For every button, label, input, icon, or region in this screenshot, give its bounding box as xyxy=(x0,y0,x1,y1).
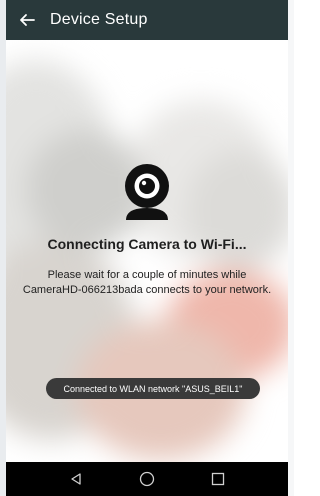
webcam-icon xyxy=(125,164,169,220)
connecting-description: Please wait for a couple of minutes whil… xyxy=(6,268,288,298)
system-nav-bar xyxy=(6,462,288,496)
description-line-1: Please wait for a couple of minutes whil… xyxy=(47,269,247,281)
connecting-heading: Connecting Camera to Wi-Fi... xyxy=(47,236,247,252)
device-setup-screen: Device Setup Connecting Camera to Wi-Fi.… xyxy=(0,0,294,496)
nav-recents-button[interactable] xyxy=(204,465,232,493)
nav-back-icon xyxy=(71,473,81,485)
description-line-2: CameraHD-066213bada connects to your net… xyxy=(22,284,272,296)
right-edge xyxy=(288,0,294,496)
setup-content: Connecting Camera to Wi-Fi... Please wai… xyxy=(6,40,288,462)
nav-recents-icon xyxy=(212,472,225,486)
status-toast: Connected to WLAN network "ASUS_BEIL1" xyxy=(46,378,260,399)
page-title: Device Setup xyxy=(50,11,148,28)
nav-back-button[interactable] xyxy=(62,465,90,493)
nav-home-button[interactable] xyxy=(133,465,161,493)
app-bar: Device Setup xyxy=(6,0,288,40)
back-button[interactable] xyxy=(12,0,42,40)
nav-home-icon xyxy=(139,471,155,487)
arrow-back-icon xyxy=(20,14,35,26)
